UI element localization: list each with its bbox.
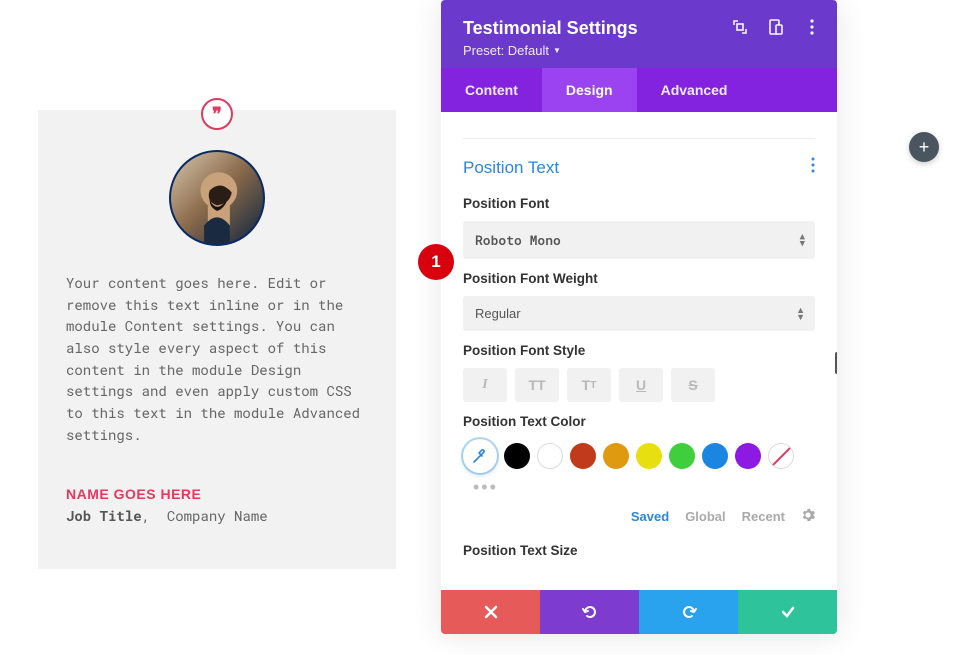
quote-icon: ❞ (201, 98, 233, 130)
style-label: Position Font Style (463, 343, 815, 358)
swatch-black[interactable] (504, 443, 530, 469)
responsive-icon[interactable] (767, 18, 785, 36)
testimonial-body[interactable]: Your content goes here. Edit or remove t… (66, 272, 368, 446)
testimonial-card: ❞ Your content goes here. Edit or remove… (38, 110, 396, 569)
gear-icon[interactable] (801, 508, 815, 525)
tab-design[interactable]: Design (542, 68, 637, 112)
swatch-red[interactable] (570, 443, 596, 469)
swatch-white[interactable] (537, 443, 563, 469)
panel-tabs: Content Design Advanced (441, 68, 837, 112)
save-button[interactable] (738, 590, 837, 634)
swatch-yellow[interactable] (636, 443, 662, 469)
color-tab-recent[interactable]: Recent (742, 509, 785, 524)
testimonial-name[interactable]: NAME GOES HERE (66, 486, 368, 502)
uppercase-button[interactable]: TT (515, 368, 559, 402)
swatch-purple[interactable] (735, 443, 761, 469)
panel-body[interactable]: Position Text Position Font Roboto Mono … (441, 112, 837, 590)
section-title[interactable]: Position Text (463, 158, 559, 178)
color-tab-global[interactable]: Global (685, 509, 725, 524)
section-options-icon[interactable] (811, 157, 815, 178)
testimonial-meta[interactable]: Job Title, Company Name (66, 506, 368, 525)
color-label: Position Text Color (463, 414, 815, 429)
tab-advanced[interactable]: Advanced (637, 68, 752, 112)
redo-button[interactable] (639, 590, 738, 634)
eyedropper-swatch[interactable] (463, 439, 497, 473)
more-icon[interactable] (803, 18, 821, 36)
undo-button[interactable] (540, 590, 639, 634)
footer-actions (441, 590, 837, 634)
settings-panel: Testimonial Settings Preset: Default Con… (441, 0, 837, 634)
swatch-orange[interactable] (603, 443, 629, 469)
more-swatches[interactable]: ••• (463, 473, 815, 502)
scrollbar[interactable] (835, 352, 837, 374)
color-tab-saved[interactable]: Saved (631, 509, 669, 524)
italic-button[interactable]: I (463, 368, 507, 402)
strikethrough-button[interactable]: S (671, 368, 715, 402)
underline-button[interactable]: U (619, 368, 663, 402)
annotation-marker-1: 1 (418, 244, 454, 280)
swatch-none[interactable] (768, 443, 794, 469)
avatar-wrap (66, 140, 368, 246)
swatch-green[interactable] (669, 443, 695, 469)
preset-selector[interactable]: Preset: Default (463, 43, 561, 58)
avatar (169, 150, 265, 246)
cancel-button[interactable] (441, 590, 540, 634)
font-select[interactable]: Roboto Mono ▲▼ (463, 221, 815, 259)
swatch-blue[interactable] (702, 443, 728, 469)
weight-label: Position Font Weight (463, 271, 815, 286)
color-swatches (463, 439, 815, 473)
add-button[interactable]: + (909, 132, 939, 162)
font-label: Position Font (463, 196, 815, 211)
panel-header: Testimonial Settings Preset: Default (441, 0, 837, 68)
testimonial-job-title: Job Title (66, 506, 142, 525)
tab-content[interactable]: Content (441, 68, 542, 112)
smallcaps-button[interactable]: TT (567, 368, 611, 402)
size-label: Position Text Size (463, 543, 815, 558)
weight-select[interactable]: Regular ▲▼ (463, 296, 815, 331)
testimonial-company: Company Name (167, 506, 268, 525)
expand-icon[interactable] (731, 18, 749, 36)
